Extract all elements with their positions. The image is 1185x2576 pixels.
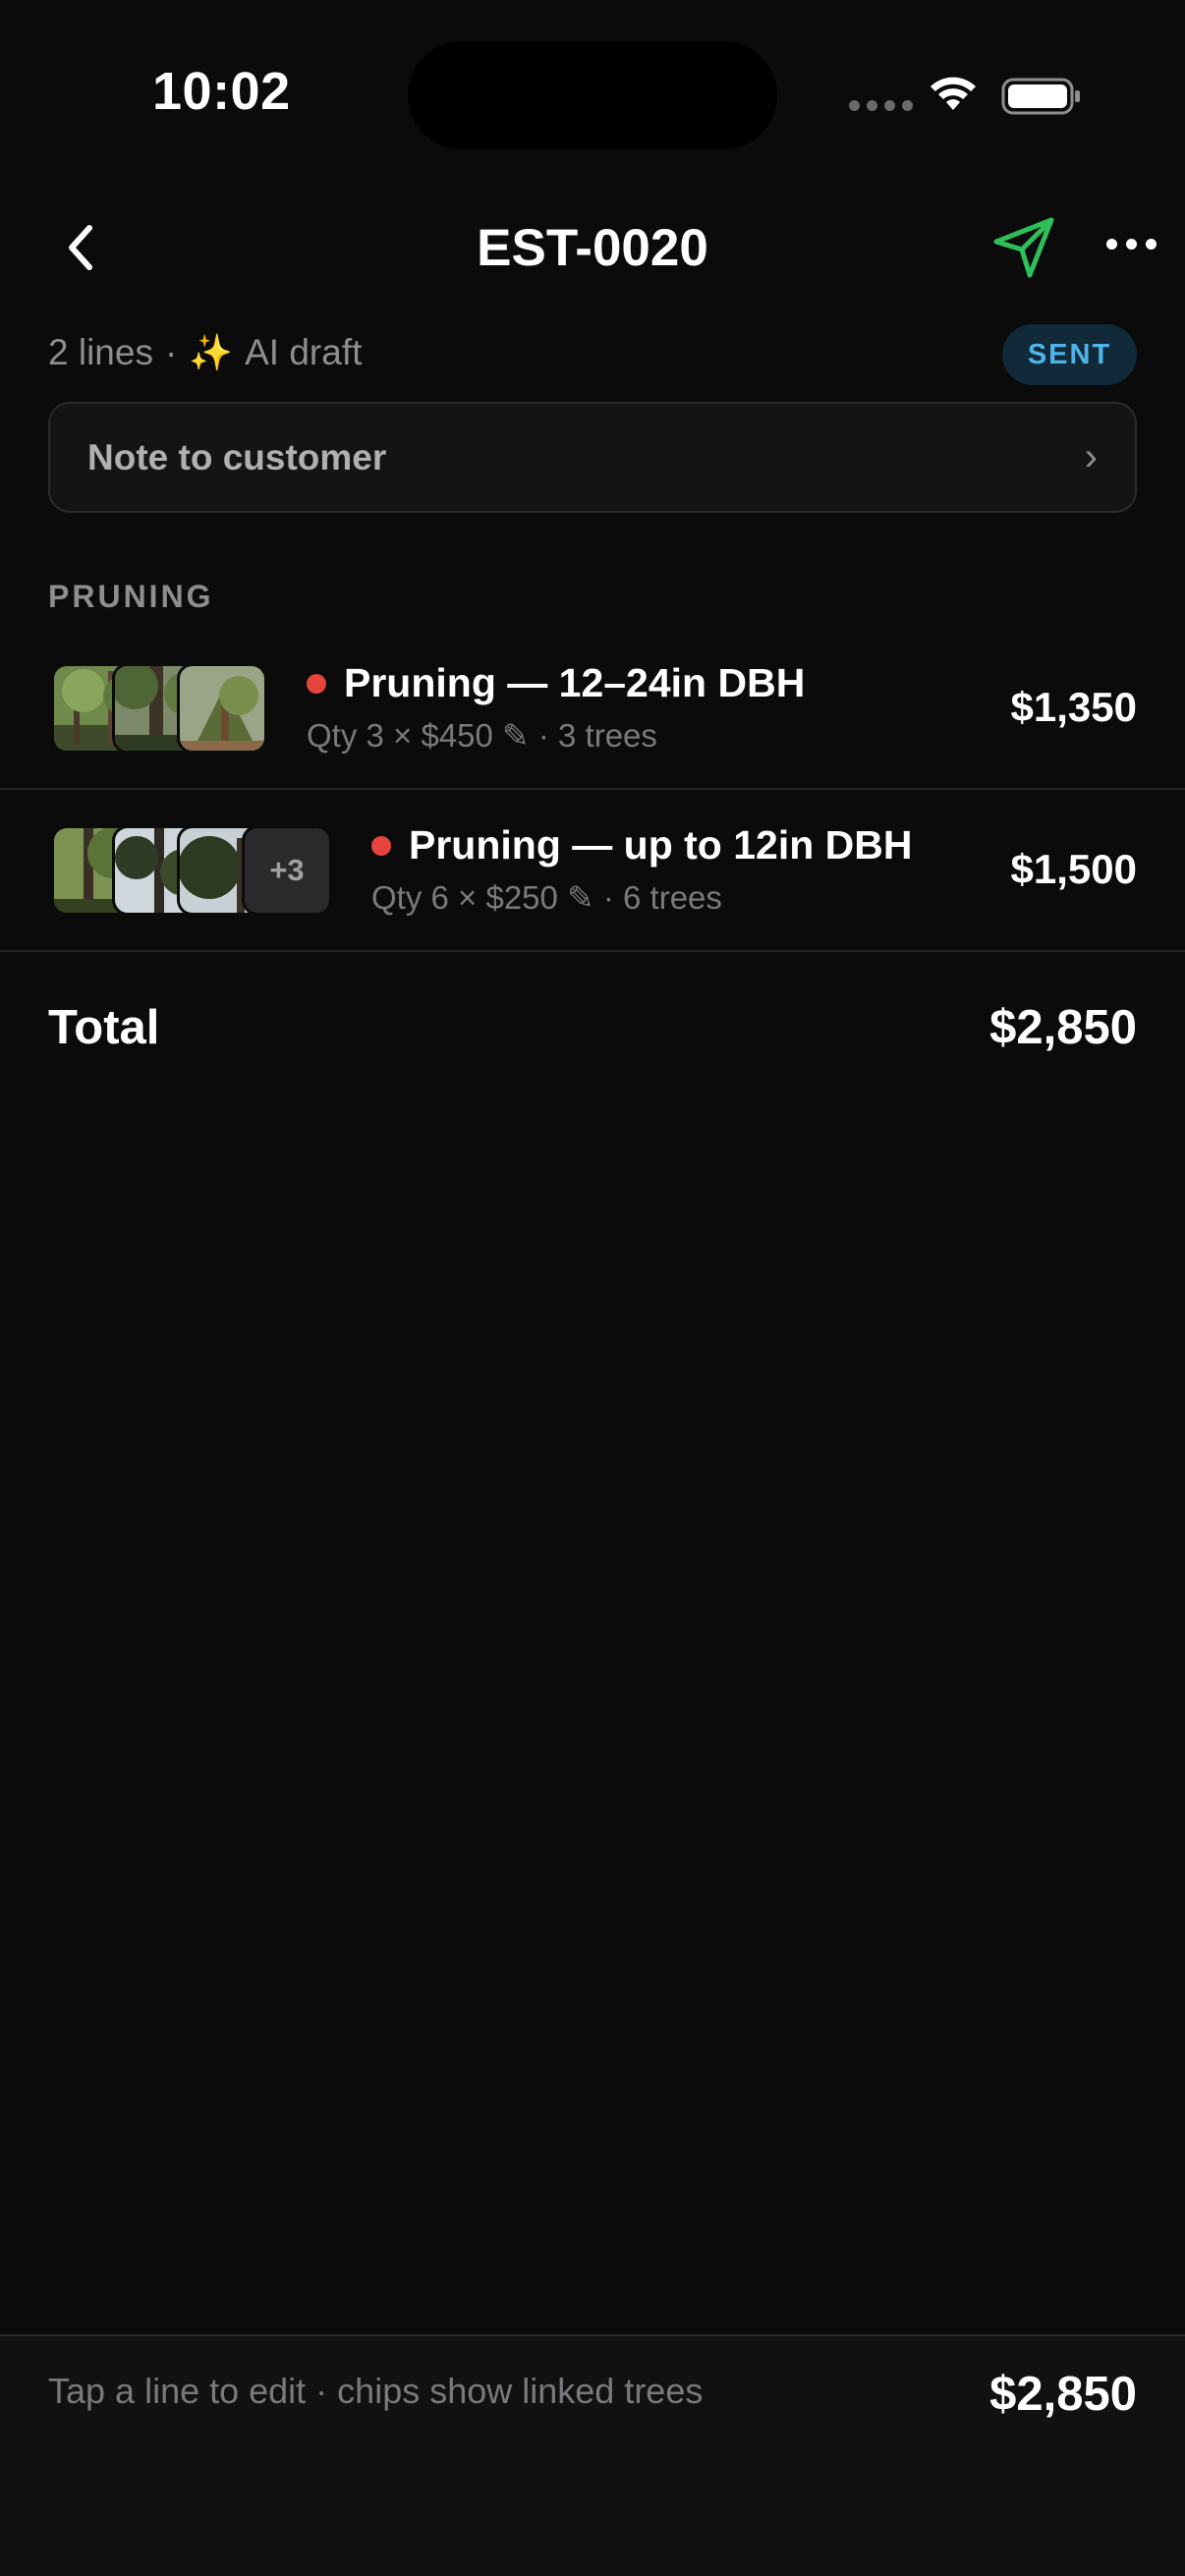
line-subtitle: Qty 3 × $450 ✎ · 3 trees bbox=[307, 717, 657, 754]
ai-draft-label: AI draft bbox=[245, 332, 363, 372]
dynamic-island bbox=[408, 41, 777, 149]
line-info: Pruning — up to 12in DBH Qty 6 × $250 ✎ … bbox=[371, 822, 912, 917]
tree-chips bbox=[51, 663, 273, 754]
line-subtitle: Qty 6 × $250 ✎ · 6 trees bbox=[371, 879, 722, 916]
status-badge: SENT bbox=[1002, 324, 1137, 385]
estimate-meta: 2 lines · ✨ AI draft bbox=[48, 332, 362, 373]
line-title-row: Pruning — 12–24in DBH bbox=[307, 660, 805, 706]
meta-separator: · bbox=[164, 332, 178, 372]
line-title-row: Pruning — up to 12in DBH bbox=[371, 822, 912, 868]
line-info: Pruning — 12–24in DBH Qty 3 × $450 ✎ · 3… bbox=[307, 660, 805, 755]
priority-dot-icon bbox=[371, 835, 391, 856]
total-label: Total bbox=[48, 1001, 160, 1054]
status-time: 10:02 bbox=[152, 62, 291, 121]
battery-icon bbox=[1001, 78, 1080, 115]
line-item[interactable]: Pruning — 12–24in DBH Qty 3 × $450 ✎ · 3… bbox=[0, 629, 1185, 790]
estimate-screen: 10:02 EST-0020 2 lines · ✨ AI draft SENT… bbox=[0, 0, 1185, 2576]
footer-bar: Tap a line to edit · chips show linked t… bbox=[0, 2334, 1185, 2576]
sparkle-icon: ✨ bbox=[189, 332, 234, 372]
section-title: PRUNING bbox=[48, 579, 214, 614]
line-price: $1,350 bbox=[1010, 684, 1137, 730]
tree-photo-thumbnail[interactable] bbox=[177, 663, 267, 754]
total-value: $2,850 bbox=[989, 1001, 1137, 1054]
line-title: Pruning — up to 12in DBH bbox=[409, 822, 913, 868]
more-options-button[interactable] bbox=[1097, 222, 1165, 265]
footer-hint: Tap a line to edit · chips show linked t… bbox=[48, 2371, 704, 2411]
wifi-icon bbox=[931, 77, 976, 110]
send-icon[interactable] bbox=[990, 214, 1057, 281]
line-title: Pruning — 12–24in DBH bbox=[344, 660, 806, 705]
line-price: $1,500 bbox=[1010, 846, 1137, 892]
chevron-right-icon: › bbox=[1084, 435, 1098, 478]
note-label: Note to customer bbox=[87, 436, 387, 477]
line-count: 2 lines bbox=[48, 332, 153, 372]
tree-chips: +3 bbox=[51, 825, 338, 916]
cellular-signal-icon bbox=[849, 100, 913, 111]
footer-total: $2,850 bbox=[989, 2368, 1137, 2421]
note-to-customer-button[interactable]: Note to customer › bbox=[48, 402, 1137, 513]
more-trees-chip[interactable]: +3 bbox=[242, 825, 332, 916]
priority-dot-icon bbox=[307, 673, 326, 694]
line-item[interactable]: +3 Pruning — up to 12in DBH Qty 6 × $250… bbox=[0, 791, 1185, 952]
